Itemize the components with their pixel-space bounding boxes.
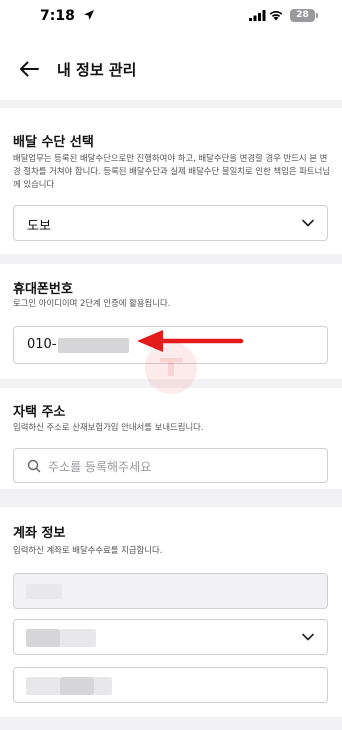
delivery-section-title: 배달 수단 선택 xyxy=(13,135,94,150)
address-section-title: 자택 주소 xyxy=(13,405,66,420)
delivery-method-value: 도보 xyxy=(27,219,51,234)
phone-section-desc: 로그인 아이디이며 2단계 인증에 활용됩니다. xyxy=(13,298,171,308)
redacted-phone-number xyxy=(58,338,129,353)
battery-cap xyxy=(316,13,318,18)
status-bar: 7:18 28 xyxy=(0,0,342,38)
cellular-signal-icon xyxy=(249,10,266,21)
phone-number-prefix: 010- xyxy=(27,337,57,352)
back-arrow-icon[interactable] xyxy=(18,60,40,78)
account-section-title: 계좌 정보 xyxy=(13,526,66,541)
redacted-account-number-3 xyxy=(94,677,112,695)
account-section-desc: 입력하신 계좌로 배달수수료를 지급합니다. xyxy=(13,545,163,555)
redacted-bank-name-2 xyxy=(60,629,96,647)
chevron-down-icon xyxy=(302,219,314,227)
watermark-logo xyxy=(145,342,197,394)
redacted-account-number xyxy=(26,677,60,695)
address-placeholder: 주소를 등록해주세요 xyxy=(48,460,152,474)
delivery-method-section: 배달 수단 선택 배달업무는 등록된 배달수단으로만 진행하여야 하고, 배달수… xyxy=(0,108,342,254)
phone-section-title: 휴대폰번호 xyxy=(13,282,73,297)
redacted-account-number-2 xyxy=(60,677,94,695)
search-icon xyxy=(27,459,41,473)
chevron-down-icon xyxy=(302,633,314,641)
location-arrow-icon xyxy=(84,10,94,20)
delivery-section-desc: 배달업무는 등록된 배달수단으로만 진행하여야 하고, 배달수단을 변경할 경우… xyxy=(13,153,331,189)
account-number-field[interactable] xyxy=(13,667,328,703)
redacted-bank-name xyxy=(26,629,60,647)
status-time: 7:18 xyxy=(40,8,75,24)
wifi-icon xyxy=(269,11,283,21)
page-title: 내 정보 관리 xyxy=(57,61,137,79)
battery-icon: 28 xyxy=(290,9,315,22)
bank-select[interactable] xyxy=(13,619,328,655)
account-holder-field[interactable] xyxy=(13,573,328,609)
account-info-section: 계좌 정보 입력하신 계좌로 배달수수료를 지급합니다. xyxy=(0,507,342,717)
address-search-input[interactable]: 주소를 등록해주세요 xyxy=(13,448,328,483)
page-header: 내 정보 관리 xyxy=(0,38,342,100)
delivery-method-select[interactable]: 도보 xyxy=(13,205,328,241)
home-address-section: 자택 주소 입력하신 주소로 산재보험가입 안내서를 보내드립니다. 주소를 등… xyxy=(0,388,342,489)
redacted-account-holder xyxy=(26,584,62,599)
address-section-desc: 입력하신 주소로 산재보험가입 안내서를 보내드립니다. xyxy=(13,422,204,432)
